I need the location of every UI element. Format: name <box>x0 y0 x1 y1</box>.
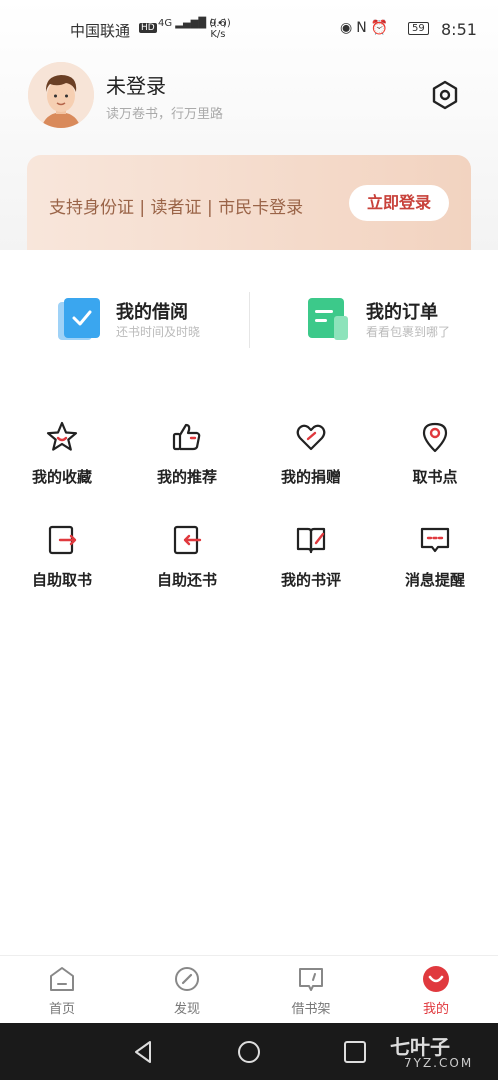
watermark-subtitle: 7YZ.COM <box>404 1056 474 1070</box>
quick-links-divider <box>249 292 250 348</box>
settings-button[interactable] <box>428 78 462 112</box>
grid-label: 我的推荐 <box>156 468 217 486</box>
login-banner: 支持身份证 | 读者证 | 市民卡登录 立即登录 <box>27 155 471 250</box>
grid-label: 消息提醒 <box>404 571 465 589</box>
tab-label: 发现 <box>173 1002 200 1017</box>
grid-item-notifications[interactable]: 消息提醒 <box>380 523 490 603</box>
star-icon <box>46 421 78 451</box>
username[interactable]: 未登录 <box>106 70 166 99</box>
tab-bookshelf[interactable]: 借书架 <box>271 964 351 1017</box>
grid-item-self-return[interactable]: 自助还书 <box>132 523 242 603</box>
hd-badge: HD <box>139 23 157 33</box>
alarm-icon: ⏰ <box>370 20 393 36</box>
status-bar: 中国联通 HD 4G ▂▄▆█ ((•)) 9.6 K/s ◉N⏰ 59 8:5… <box>0 0 498 60</box>
eye-icon: ◉ <box>340 20 357 36</box>
settings-hexagon-icon <box>432 80 458 110</box>
grid-item-book-reviews[interactable]: 我的书评 <box>256 523 366 603</box>
grid-label: 我的捐赠 <box>280 468 341 486</box>
my-orders-subtitle: 看看包裹到哪了 <box>366 325 451 339</box>
tab-label: 我的 <box>422 1002 449 1017</box>
avatar-illustration-icon <box>28 62 94 128</box>
thumbs-up-icon <box>172 423 201 451</box>
return-box-icon <box>173 525 202 555</box>
tab-mine[interactable]: 我的 <box>396 964 476 1017</box>
system-icons: ◉N⏰ <box>340 20 392 36</box>
location-pin-icon <box>422 422 448 453</box>
grid-item-recommend[interactable]: 我的推荐 <box>132 420 242 500</box>
tab-discover[interactable]: 发现 <box>147 964 227 1017</box>
home-circle-icon[interactable] <box>234 1038 264 1066</box>
speed-value: 9.6 <box>210 18 226 29</box>
profile-slogan: 读万卷书，行万里路 <box>106 107 224 122</box>
network-type: 4G <box>158 18 173 29</box>
book-review-icon <box>296 527 326 554</box>
clock: 8:51 <box>441 20 477 39</box>
grid-item-donations[interactable]: 我的捐赠 <box>256 420 366 500</box>
my-borrowing-title: 我的借阅 <box>116 302 188 323</box>
my-orders-title: 我的订单 <box>366 302 438 323</box>
speed-unit: K/s <box>210 29 226 40</box>
login-button[interactable]: 立即登录 <box>349 185 449 221</box>
tab-label: 首页 <box>48 1002 75 1017</box>
profile-smile-icon <box>423 966 449 992</box>
network-speed: 9.6 K/s <box>210 18 226 40</box>
bookshelf-icon <box>299 968 323 991</box>
back-triangle-icon[interactable] <box>128 1038 158 1066</box>
grid-item-pickup-points[interactable]: 取书点 <box>380 420 490 500</box>
borrow-book-icon <box>58 298 100 340</box>
grid-label: 自助还书 <box>156 571 217 589</box>
carrier-name: 中国联通 <box>70 22 131 40</box>
system-nav-bar: 七叶子 7YZ.COM <box>0 1023 498 1080</box>
grid-item-self-pickup[interactable]: 自助取书 <box>7 523 117 603</box>
my-borrowing-card[interactable]: 我的借阅 还书时间及时晓 <box>56 290 246 350</box>
battery-icon: 59 <box>408 22 429 35</box>
grid-label: 我的书评 <box>280 571 341 589</box>
login-methods-text: 支持身份证 | 读者证 | 市民卡登录 <box>49 198 304 218</box>
grid-label: 取书点 <box>412 468 458 486</box>
grid-label: 自助取书 <box>31 571 92 589</box>
compass-icon <box>175 967 199 991</box>
bottom-tab-bar: 首页 发现 借书架 我的 <box>0 955 498 1023</box>
tab-home[interactable]: 首页 <box>22 964 102 1017</box>
my-borrowing-subtitle: 还书时间及时晓 <box>116 325 201 339</box>
order-doc-icon <box>308 298 348 340</box>
my-orders-card[interactable]: 我的订单 看看包裹到哪了 <box>306 290 496 350</box>
grid-item-favorites[interactable]: 我的收藏 <box>7 420 117 500</box>
heart-icon <box>296 424 326 451</box>
tab-label: 借书架 <box>291 1002 331 1017</box>
avatar[interactable] <box>28 62 94 128</box>
grid-label: 我的收藏 <box>31 468 92 486</box>
recents-square-icon[interactable] <box>340 1038 370 1066</box>
message-icon <box>420 527 450 553</box>
pickup-box-icon <box>48 525 77 555</box>
nfc-icon: N <box>356 20 371 36</box>
home-icon <box>50 967 74 991</box>
